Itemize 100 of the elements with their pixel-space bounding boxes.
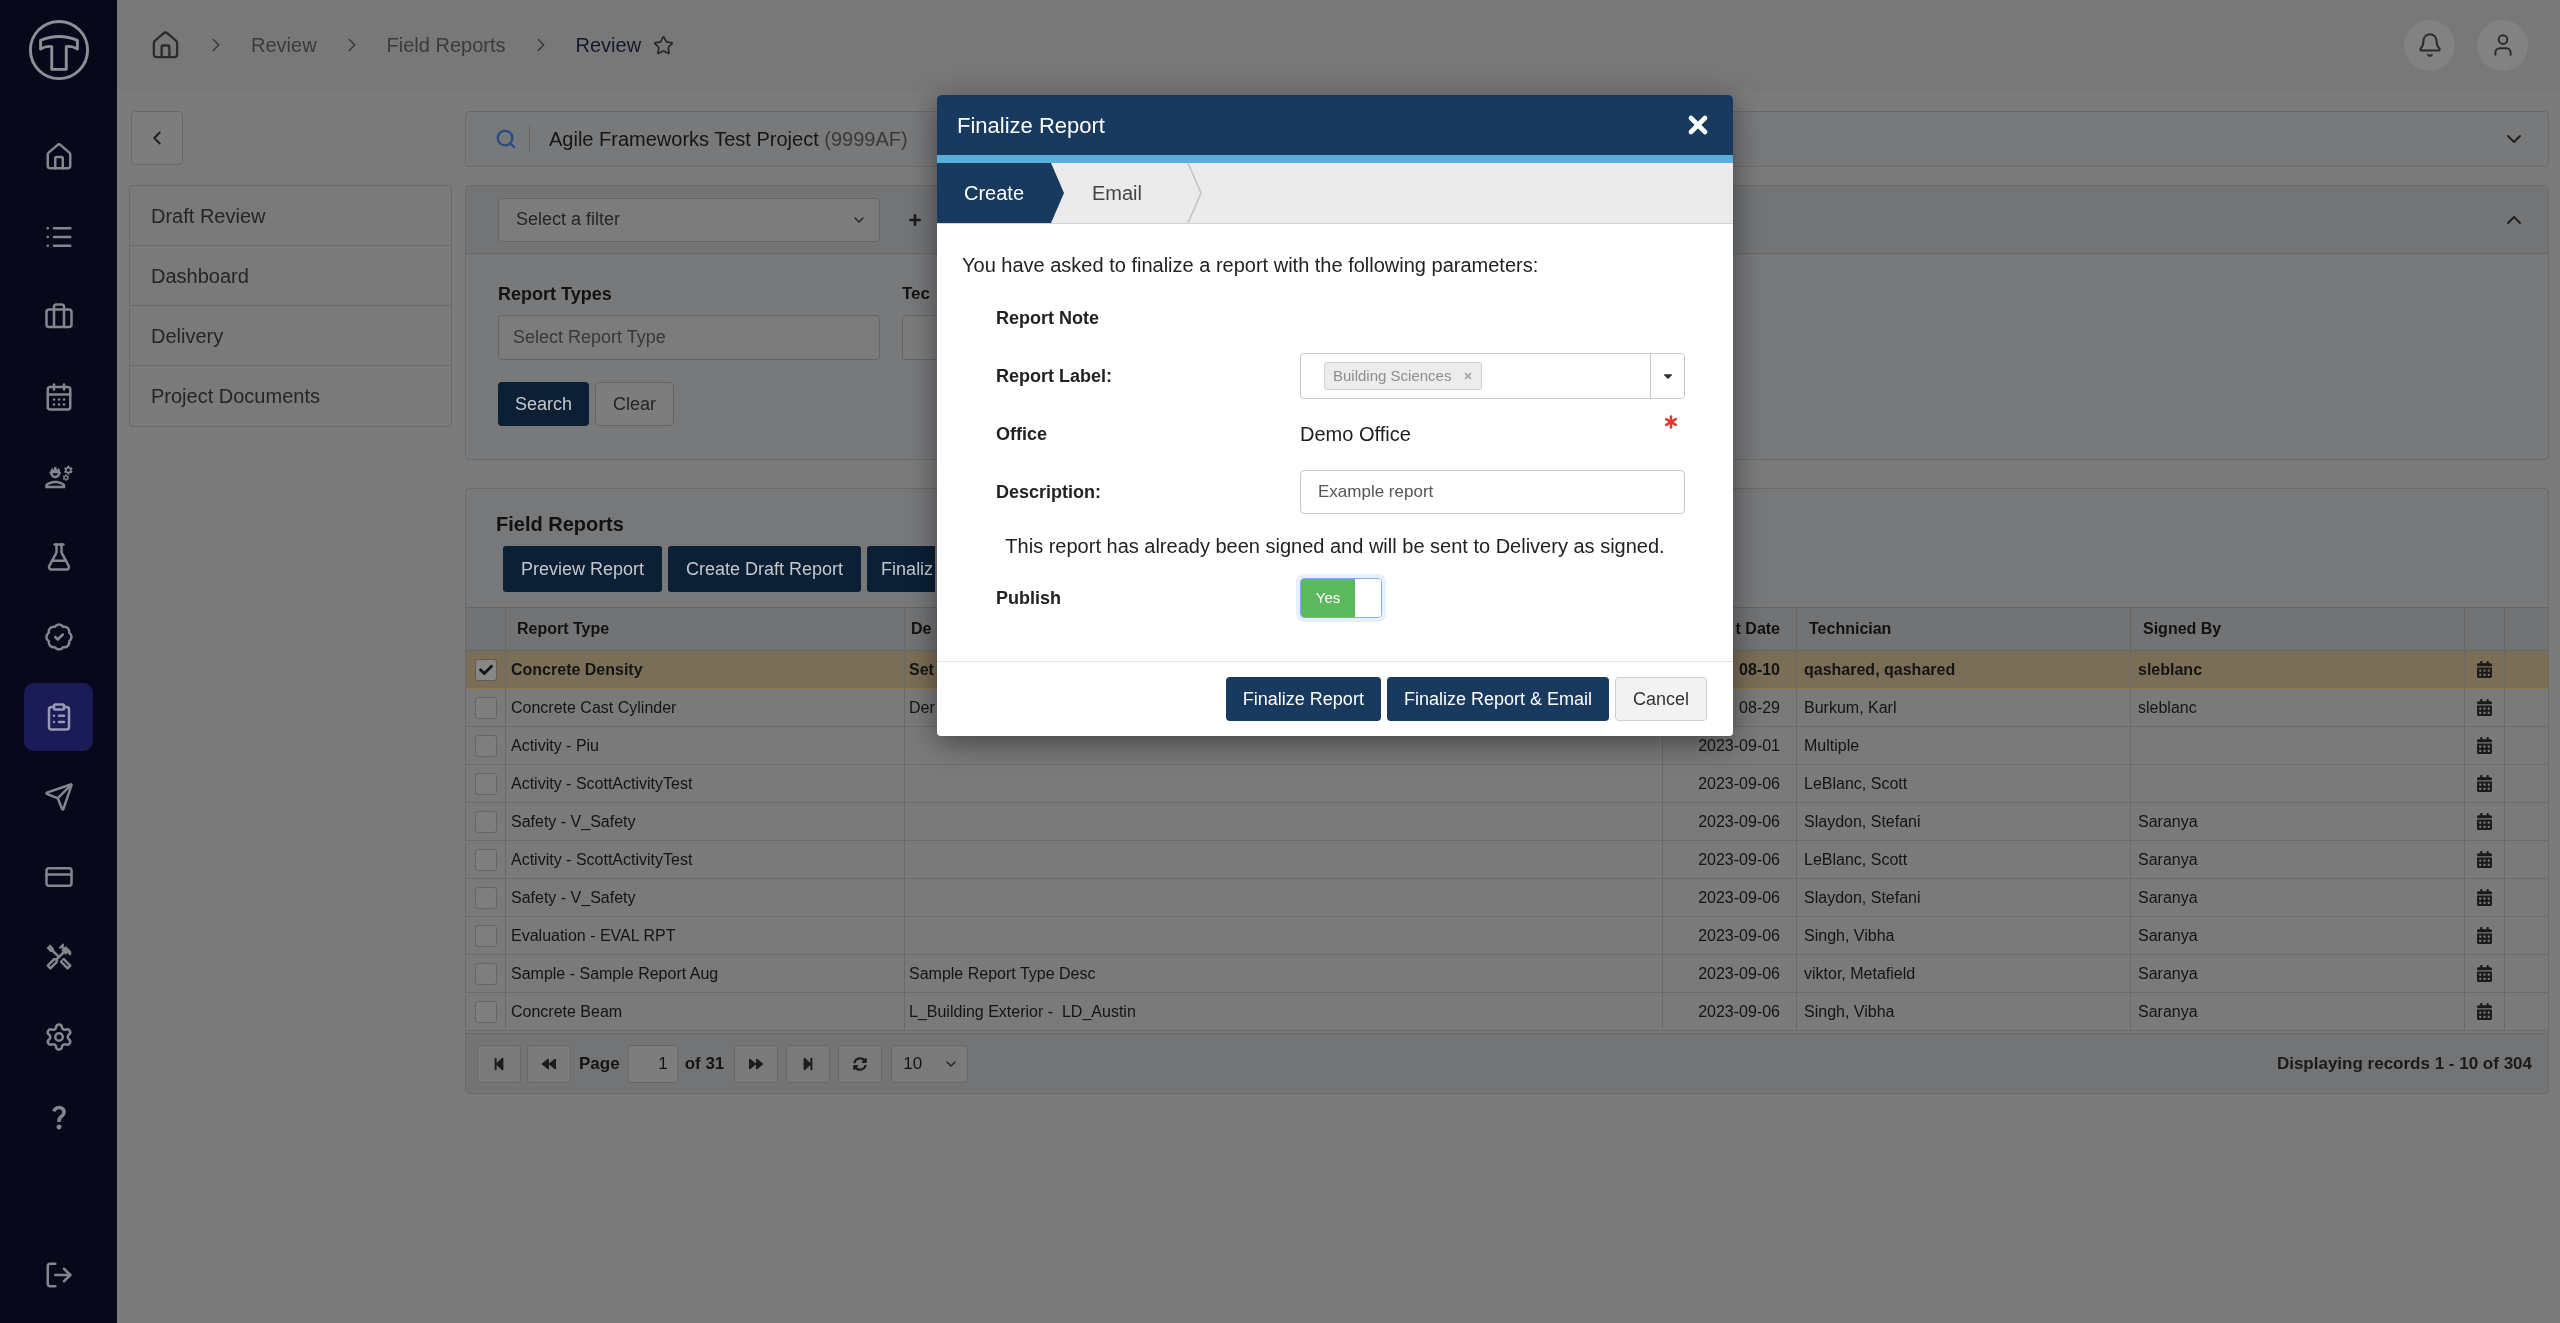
dialog-title: Finalize Report — [957, 111, 1105, 140]
next-page-button[interactable] — [734, 1044, 779, 1083]
calendar-icon[interactable] — [2476, 699, 2493, 716]
table-cell-text: sleblanc — [2138, 659, 2203, 680]
checkbox[interactable] — [474, 734, 497, 757]
field-label: Publish — [996, 586, 1062, 610]
toolbar-button[interactable]: Create Draft Report — [668, 546, 862, 592]
calendar-icon[interactable] — [2476, 851, 2493, 868]
logo-icon — [27, 19, 90, 81]
page-input[interactable]: 1 — [627, 1044, 678, 1083]
toolbar-button[interactable]: Preview Report — [503, 546, 663, 592]
description-input[interactable]: Example report — [1300, 470, 1685, 514]
project-name: Agile Frameworks Test Project (9999AF) — [549, 127, 908, 152]
previous-page-button[interactable] — [527, 1044, 571, 1083]
breadcrumb-link[interactable]: Field Reports — [386, 33, 506, 57]
checkbox[interactable] — [474, 924, 497, 947]
clear-button[interactable]: Clear — [595, 382, 675, 426]
input-field[interactable]: Select Report Type — [498, 315, 880, 360]
table-cell-text: 2023-09-01 — [1698, 735, 1780, 756]
notice-text: This report has already been signed and will be sent to Delivery as signed. — [1005, 534, 1665, 559]
table-cell-text: Slaydon, Stefani — [1804, 887, 1921, 908]
step-chevron-icon — [1187, 163, 1202, 223]
cancel-button[interactable]: Cancel — [1614, 677, 1707, 721]
dialog-intro: You have asked to finalize a report with the following parameters: — [961, 253, 1539, 278]
filter-select[interactable]: Select a filter — [498, 197, 880, 242]
table-cell-text: Saranya — [2138, 887, 2198, 908]
column-header: t Date — [1735, 619, 1780, 639]
table-cell-text: Singh, Vibha — [1804, 925, 1895, 946]
first-page-button[interactable] — [477, 1044, 521, 1083]
refresh-button[interactable] — [838, 1044, 883, 1083]
table-cell-text: 2023-09-06 — [1698, 887, 1780, 908]
table-cell-text: Concrete Beam — [511, 1001, 623, 1022]
field-label: Report Label: — [996, 364, 1113, 388]
table-cell-text: Safety - V_Safety — [511, 887, 636, 908]
last-page-button[interactable] — [786, 1044, 831, 1083]
table-cell-text: LeBlanc, Scott — [1804, 849, 1908, 870]
step-tab[interactable]: Create — [937, 163, 1064, 223]
home-icon[interactable] — [150, 29, 181, 61]
checkbox[interactable] — [474, 1000, 497, 1023]
field-label: Office — [996, 422, 1048, 446]
table-cell-text: Der — [909, 697, 935, 718]
calendar-icon[interactable] — [2476, 813, 2493, 830]
checkbox[interactable] — [474, 848, 497, 871]
table-cell-text: Sample - Sample Report Aug — [511, 963, 719, 984]
plus-icon[interactable] — [907, 211, 923, 228]
menu-item[interactable]: Dashboard — [130, 246, 451, 306]
menu-item[interactable]: Project Documents — [130, 366, 451, 426]
table-cell-text: Saranya — [2138, 849, 2198, 870]
step-tab[interactable]: Email — [1064, 163, 1187, 223]
table-cell-text: Burkum, Karl — [1804, 697, 1897, 718]
table-cell-text: Saranya — [2138, 811, 2198, 832]
calendar-icon[interactable] — [2476, 889, 2493, 906]
checkbox[interactable] — [474, 810, 497, 833]
table-cell-text: 2023-09-06 — [1698, 1001, 1780, 1022]
menu-item[interactable]: Draft Review — [130, 186, 451, 246]
column-header: De — [911, 619, 932, 639]
calendar-icon[interactable] — [2476, 927, 2493, 944]
input-field[interactable] — [902, 315, 935, 360]
checkbox[interactable] — [474, 962, 497, 985]
finalize-button[interactable]: Finalize Report & Email — [1386, 677, 1609, 721]
breadcrumb-link[interactable]: Review — [251, 33, 317, 57]
table-cell-text: Slaydon, Stefani — [1804, 811, 1921, 832]
table-cell-text: 2023-09-06 — [1698, 925, 1780, 946]
tag-chip[interactable]: Building Sciences — [1324, 362, 1483, 390]
table-cell-text: Saranya — [2138, 925, 2198, 946]
checkbox[interactable] — [474, 886, 497, 909]
search-button[interactable]: Search — [498, 382, 590, 426]
search-icon — [495, 128, 517, 150]
calendar-icon[interactable] — [2476, 1003, 2493, 1020]
page-size-select[interactable]: 10 — [891, 1044, 969, 1083]
records-summary: Displaying records 1 - 10 of 304 — [2276, 1052, 2532, 1075]
calendar-icon[interactable] — [2476, 661, 2493, 678]
calendar-icon[interactable] — [2476, 737, 2493, 754]
label-select[interactable]: Building Sciences — [1300, 353, 1685, 399]
first-page-icon — [492, 1056, 506, 1071]
tools-icon — [43, 942, 74, 972]
table-cell-text: Multiple — [1804, 735, 1860, 756]
checkbox[interactable] — [474, 658, 497, 681]
table-cell-text: 08-10 — [1739, 659, 1780, 680]
bell-icon — [2416, 32, 2443, 58]
field-label: Tec — [902, 283, 931, 305]
calendar-icon[interactable] — [2476, 965, 2493, 982]
checkbox[interactable] — [474, 772, 497, 795]
table-cell-text: 2023-09-06 — [1698, 963, 1780, 984]
table-cell-text: Concrete Cast Cylinder — [511, 697, 677, 718]
star-icon[interactable] — [653, 34, 675, 56]
checkbox[interactable] — [474, 696, 497, 719]
table-cell-text: Saranya — [2138, 1001, 2198, 1022]
menu-item[interactable]: Delivery — [130, 306, 451, 366]
finalize-button[interactable]: Finalize Report — [1225, 677, 1381, 721]
table-cell-text: Singh, Vibha — [1804, 1001, 1895, 1022]
table-cell-text: sleblanc — [2138, 697, 2197, 718]
page-count: of 31 — [684, 1052, 725, 1075]
table-cell-text: Evaluation - EVAL RPT — [511, 925, 676, 946]
field-label: Report Note — [996, 306, 1100, 330]
calendar-icon[interactable] — [2476, 775, 2493, 792]
table-cell-text: Activity - ScottActivityTest — [511, 773, 693, 794]
sidebar-item[interactable] — [24, 683, 93, 751]
toolbar-button[interactable]: Finaliz — [867, 546, 936, 592]
tag-label: Building Sciences — [1333, 365, 1452, 386]
